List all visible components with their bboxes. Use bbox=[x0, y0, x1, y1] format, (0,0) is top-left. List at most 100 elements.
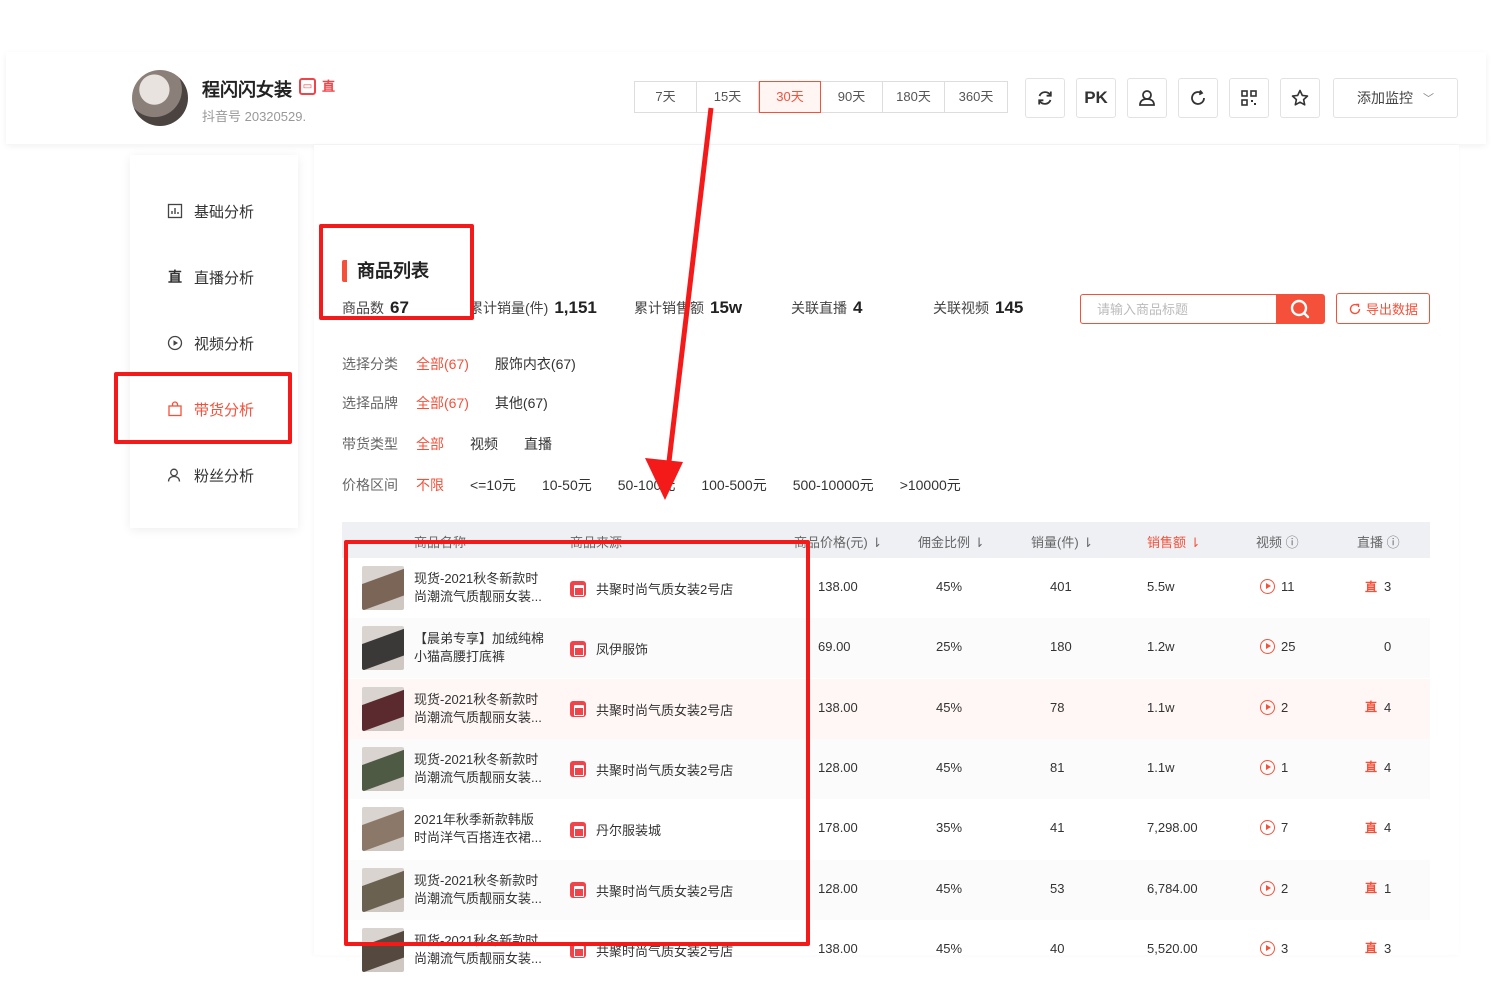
play-icon bbox=[1260, 699, 1275, 715]
play-icon bbox=[1260, 759, 1275, 775]
live-icon: 直 bbox=[1364, 881, 1377, 895]
revenue-cell: 1.1w bbox=[1147, 699, 1175, 715]
revenue-cell: 5,520.00 bbox=[1147, 940, 1198, 956]
export-button[interactable]: 导出数据 bbox=[1336, 293, 1430, 324]
filter-option[interactable]: >10000元 bbox=[900, 475, 961, 495]
sidebar-item-label: 粉丝分析 bbox=[194, 467, 255, 485]
video-count-cell[interactable]: 7 bbox=[1260, 820, 1288, 836]
video-count-cell[interactable]: 2 bbox=[1260, 699, 1288, 715]
col-commission[interactable]: 佣金比例 ⇂ bbox=[918, 532, 985, 551]
period-7d[interactable]: 7天 bbox=[635, 82, 697, 112]
commission-cell: 25% bbox=[936, 639, 963, 655]
live-count-cell[interactable]: 直4 bbox=[1364, 760, 1391, 775]
play-icon bbox=[1260, 820, 1275, 836]
user-icon bbox=[166, 466, 184, 484]
commission-cell: 45% bbox=[936, 699, 963, 715]
period-15d[interactable]: 15天 bbox=[697, 82, 759, 112]
col-revenue[interactable]: 销售额 ⇂ bbox=[1147, 532, 1201, 551]
live-count-cell[interactable]: 直1 bbox=[1364, 881, 1391, 896]
sort-icon: ⇂ bbox=[1189, 535, 1201, 550]
live-count-cell[interactable]: 直3 bbox=[1364, 579, 1391, 594]
live-count-cell[interactable]: 直3 bbox=[1364, 941, 1391, 956]
reload-icon bbox=[1191, 89, 1205, 105]
price-cell: 128.00 bbox=[818, 880, 858, 896]
revenue-cell: 7,298.00 bbox=[1147, 820, 1198, 836]
filter-option[interactable]: 全部(67) bbox=[416, 393, 469, 413]
live-count-cell[interactable]: 直4 bbox=[1364, 700, 1391, 715]
sidebar-item-live[interactable]: 直 直播分析 bbox=[166, 265, 286, 289]
period-selector: 7天 15天 30天 90天 180天 360天 bbox=[634, 81, 1008, 113]
period-180d[interactable]: 180天 bbox=[883, 82, 945, 112]
revenue-cell: 6,784.00 bbox=[1147, 880, 1198, 896]
pk-button[interactable]: PK bbox=[1076, 78, 1116, 118]
sales-cell: 180 bbox=[1050, 639, 1072, 655]
stat-related-live: 关联直播 4 bbox=[791, 298, 863, 317]
live-icon: 直 bbox=[1364, 820, 1377, 835]
video-count-cell[interactable]: 25 bbox=[1260, 639, 1295, 655]
price-cell: 178.00 bbox=[818, 820, 858, 836]
reload-button[interactable] bbox=[1178, 78, 1218, 118]
sort-icon: ⇂ bbox=[871, 535, 883, 550]
filter-option[interactable]: 服饰内衣(67) bbox=[495, 354, 576, 374]
refresh-icon bbox=[1038, 91, 1052, 105]
filter-option[interactable]: 直播 bbox=[524, 434, 552, 454]
refresh-button[interactable] bbox=[1025, 78, 1065, 118]
filter-option[interactable]: 不限 bbox=[416, 475, 444, 495]
price-cell: 69.00 bbox=[818, 639, 851, 655]
period-30d[interactable]: 30天 bbox=[759, 81, 821, 113]
play-circle-icon bbox=[166, 334, 184, 352]
filter-category: 选择分类 全部(67) 服饰内衣(67) bbox=[342, 354, 576, 374]
annotation-box-sidebar bbox=[114, 372, 292, 444]
filter-price: 价格区间 不限 <=10元 10-50元 50-100元 100-500元 50… bbox=[342, 475, 961, 495]
commission-cell: 35% bbox=[936, 820, 963, 836]
play-icon bbox=[1260, 579, 1275, 594]
filter-option[interactable]: 10-50元 bbox=[542, 475, 592, 495]
user-icon bbox=[1139, 90, 1155, 106]
sidebar-item-video[interactable]: 视频分析 bbox=[166, 331, 286, 355]
annotation-box-title bbox=[319, 224, 474, 320]
sales-cell: 40 bbox=[1050, 940, 1065, 956]
qrcode-button[interactable] bbox=[1229, 78, 1269, 118]
favorite-button[interactable] bbox=[1280, 78, 1320, 118]
douyin-id: 抖音号 20320529. bbox=[202, 109, 307, 124]
live-icon: 直 bbox=[168, 269, 182, 285]
video-count-cell[interactable]: 2 bbox=[1260, 880, 1288, 896]
period-90d[interactable]: 90天 bbox=[821, 82, 883, 112]
avatar[interactable] bbox=[132, 70, 188, 126]
play-icon bbox=[1260, 880, 1275, 896]
live-count-cell[interactable]: 直4 bbox=[1364, 820, 1391, 835]
sidebar-item-fans[interactable]: 粉丝分析 bbox=[166, 463, 286, 487]
revenue-cell: 5.5w bbox=[1147, 579, 1175, 594]
sidebar-item-basic[interactable]: 基础分析 bbox=[166, 199, 286, 223]
sales-cell: 41 bbox=[1050, 820, 1065, 836]
play-icon bbox=[1260, 639, 1275, 655]
sales-cell: 78 bbox=[1050, 699, 1065, 715]
filter-option[interactable]: 50-100元 bbox=[618, 475, 676, 495]
filter-option[interactable]: <=10元 bbox=[470, 475, 516, 495]
price-cell: 128.00 bbox=[818, 759, 858, 775]
live-icon: 直 bbox=[1364, 760, 1377, 775]
store-badge-icon: ▭ bbox=[299, 78, 316, 95]
price-cell: 138.00 bbox=[818, 699, 858, 715]
analysis-sidebar: 基础分析 直 直播分析 视频分析 带货分析 粉丝分析 bbox=[130, 155, 298, 528]
shop-badges: ▭ 直 bbox=[299, 78, 337, 95]
filter-option[interactable]: 视频 bbox=[470, 434, 498, 454]
filter-option[interactable]: 全部 bbox=[416, 434, 444, 454]
video-count-cell[interactable]: 11 bbox=[1260, 579, 1295, 594]
video-count-cell[interactable]: 3 bbox=[1260, 940, 1288, 956]
filter-option[interactable]: 500-10000元 bbox=[793, 475, 874, 495]
video-count-cell[interactable]: 1 bbox=[1260, 759, 1288, 775]
filter-option[interactable]: 其他(67) bbox=[495, 393, 548, 413]
user-compare-button[interactable] bbox=[1127, 78, 1167, 118]
period-360d[interactable]: 360天 bbox=[945, 82, 1007, 112]
qrcode-icon bbox=[1241, 90, 1257, 106]
filter-option[interactable]: 100-500元 bbox=[701, 475, 766, 495]
search-input[interactable] bbox=[1081, 295, 1276, 323]
col-sales[interactable]: 销量(件) ⇂ bbox=[1031, 532, 1093, 551]
commission-cell: 45% bbox=[936, 759, 963, 775]
price-cell: 138.00 bbox=[818, 940, 858, 956]
filter-option[interactable]: 全部(67) bbox=[416, 354, 469, 374]
add-monitor-dropdown[interactable]: 添加监控 ﹀ bbox=[1333, 78, 1458, 118]
col-live: 直播 ⓘ bbox=[1357, 535, 1400, 550]
search-button[interactable] bbox=[1276, 295, 1324, 323]
